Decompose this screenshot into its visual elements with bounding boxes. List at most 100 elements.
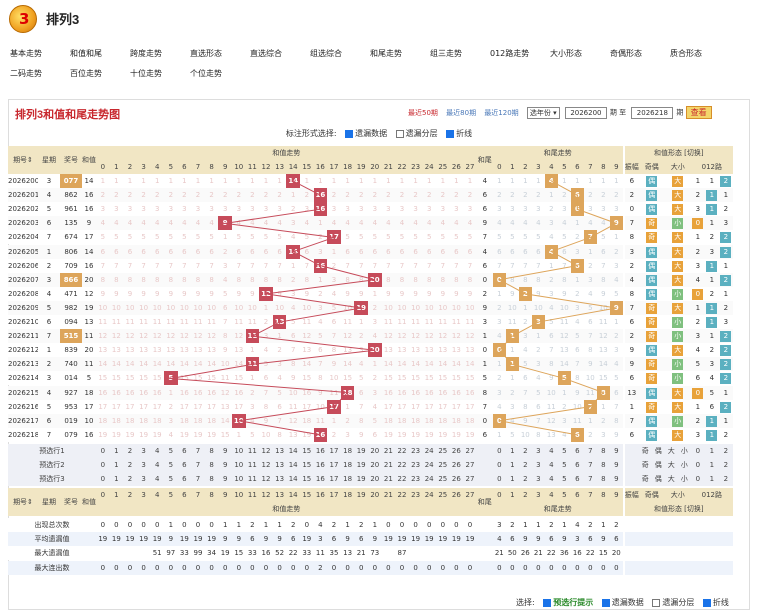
pred-sum-cell[interactable]: 24 (422, 443, 436, 458)
pred-sum-cell[interactable]: 8 (204, 458, 219, 473)
pred-big-cell[interactable]: 大 (664, 472, 678, 487)
pred-route-cell[interactable]: 2 (718, 443, 733, 458)
pred-route-cell[interactable]: 2 (718, 472, 733, 487)
pred-sum-cell[interactable]: 11 (245, 472, 260, 487)
pred-sum-cell[interactable]: 21 (381, 472, 396, 487)
pred-sum-cell[interactable]: 21 (381, 458, 396, 473)
pred-sum-cell[interactable]: 12 (259, 443, 273, 458)
pred-small-cell[interactable]: 小 (677, 472, 691, 487)
nav-item[interactable]: 基本走势 (10, 44, 70, 64)
from-issue-input[interactable]: 2026200 (564, 106, 607, 119)
pred-tail-trend-cell[interactable]: 8 (596, 458, 610, 473)
pred-even-cell[interactable]: 偶 (651, 472, 665, 487)
pred-tail-trend-cell[interactable]: 1 (505, 443, 519, 458)
pred-sum-cell[interactable]: 15 (300, 443, 314, 458)
pred-row-label[interactable]: 预选行1 (8, 443, 96, 458)
nav-item[interactable]: 百位走势 (70, 64, 130, 84)
pred-sum-cell[interactable]: 11 (245, 443, 260, 458)
pred-sum-cell[interactable]: 3 (136, 472, 151, 487)
pred-sum-cell[interactable]: 8 (204, 443, 219, 458)
pred-tail-trend-cell[interactable]: 1 (505, 472, 519, 487)
pred-sum-cell[interactable]: 1 (109, 472, 124, 487)
pred-sum-cell[interactable]: 26 (449, 458, 464, 473)
pred-sum-cell[interactable]: 7 (191, 472, 205, 487)
pred-tail-trend-cell[interactable]: 2 (518, 472, 532, 487)
pred-sum-cell[interactable]: 23 (408, 443, 423, 458)
pred-tail-trend-cell[interactable]: 5 (557, 458, 571, 473)
pred-row-label[interactable]: 预选行2 (8, 458, 96, 473)
pred-sum-cell[interactable]: 14 (286, 443, 300, 458)
pred-tail-trend-cell[interactable]: 3 (531, 443, 545, 458)
missing-layer-checkbox[interactable] (395, 129, 404, 138)
pred-tail-trend-cell[interactable]: 3 (531, 472, 545, 487)
pred-tail-trend-cell[interactable]: 3 (531, 458, 545, 473)
pred-sum-cell[interactable]: 4 (150, 443, 164, 458)
pred-sum-cell[interactable]: 18 (340, 443, 355, 458)
pred-sum-cell[interactable]: 4 (150, 472, 164, 487)
pred-tail-trend-cell[interactable]: 7 (583, 472, 597, 487)
pred-sum-cell[interactable]: 21 (381, 443, 396, 458)
issue-header[interactable]: 期号⇕ (8, 146, 38, 174)
pred-sum-cell[interactable]: 12 (259, 472, 273, 487)
pred-tail-trend-cell[interactable]: 0 (492, 443, 506, 458)
pred-sum-cell[interactable]: 9 (218, 443, 232, 458)
pred-route-cell[interactable]: 1 (704, 458, 719, 473)
recent-80-link[interactable]: 最近80期 (446, 109, 476, 117)
pred-tail-trend-cell[interactable]: 4 (544, 472, 558, 487)
pred-sum-cell[interactable]: 26 (449, 472, 464, 487)
pred-sum-cell[interactable]: 8 (204, 472, 219, 487)
pred-big-cell[interactable]: 大 (664, 458, 678, 473)
pred-tail-trend-cell[interactable]: 8 (596, 472, 610, 487)
pred-sum-cell[interactable]: 2 (123, 472, 137, 487)
pred-sum-cell[interactable]: 11 (245, 458, 260, 473)
pred-sum-cell[interactable]: 17 (327, 443, 341, 458)
pred-sum-cell[interactable]: 19 (354, 443, 368, 458)
pred-tail-trend-cell[interactable]: 7 (583, 443, 597, 458)
pred-sum-cell[interactable]: 20 (368, 472, 382, 487)
pred-sum-cell[interactable]: 3 (136, 443, 151, 458)
pred-sum-cell[interactable]: 13 (272, 458, 287, 473)
pred-sum-cell[interactable]: 10 (232, 443, 246, 458)
pred-sum-cell[interactable]: 13 (272, 443, 287, 458)
shape-footer[interactable]: 和值形态 [切换] (624, 502, 733, 517)
pred-sum-cell[interactable]: 0 (96, 443, 110, 458)
nav-item[interactable]: 奇偶形态 (610, 44, 670, 64)
pred-sum-cell[interactable]: 7 (191, 443, 205, 458)
pred-tail-trend-cell[interactable]: 5 (557, 472, 571, 487)
pred-tail-trend-cell[interactable]: 2 (518, 458, 532, 473)
pred-sum-cell[interactable]: 9 (218, 458, 232, 473)
pred-sum-cell[interactable]: 17 (327, 472, 341, 487)
query-button[interactable]: 查看 (685, 106, 712, 119)
polyline-checkbox[interactable] (446, 129, 455, 138)
pred-sum-cell[interactable]: 17 (327, 458, 341, 473)
shape-header[interactable]: 和值形态 [切换] (624, 146, 733, 160)
pred-tail-trend-cell[interactable]: 0 (492, 472, 506, 487)
pred-sum-cell[interactable]: 5 (164, 458, 178, 473)
nav-item[interactable]: 直选综合 (250, 44, 310, 64)
nav-item[interactable]: 和值和尾 (70, 44, 130, 64)
pred-sum-cell[interactable]: 14 (286, 458, 300, 473)
nav-item[interactable]: 组三走势 (430, 44, 490, 64)
pred-route-cell[interactable]: 0 (690, 472, 705, 487)
pred-tail-trend-cell[interactable]: 1 (505, 458, 519, 473)
pred-sum-cell[interactable]: 25 (436, 443, 450, 458)
pred-sum-cell[interactable]: 22 (395, 472, 409, 487)
pred-big-cell[interactable]: 大 (664, 443, 678, 458)
pred-sum-cell[interactable]: 24 (422, 458, 436, 473)
pred-sum-cell[interactable]: 0 (96, 472, 110, 487)
pred-sum-cell[interactable]: 13 (272, 472, 287, 487)
recent-50-link[interactable]: 最近50期 (408, 109, 438, 117)
pred-sum-cell[interactable]: 12 (259, 458, 273, 473)
pred-sum-cell[interactable]: 27 (463, 472, 477, 487)
pred-tail-trend-cell[interactable]: 0 (492, 458, 506, 473)
nav-item[interactable]: 012路走势 (490, 44, 550, 64)
pred-sum-cell[interactable]: 27 (463, 458, 477, 473)
nav-item[interactable]: 和尾走势 (370, 44, 430, 64)
pred-tail-trend-cell[interactable]: 6 (570, 458, 584, 473)
pred-route-cell[interactable]: 0 (690, 443, 705, 458)
nav-item[interactable]: 组选综合 (310, 44, 370, 64)
recent-120-link[interactable]: 最近120期 (484, 109, 518, 117)
pred-row-label[interactable]: 预选行3 (8, 472, 96, 487)
pred-sum-cell[interactable]: 24 (422, 472, 436, 487)
pred-route-cell[interactable]: 2 (718, 458, 733, 473)
